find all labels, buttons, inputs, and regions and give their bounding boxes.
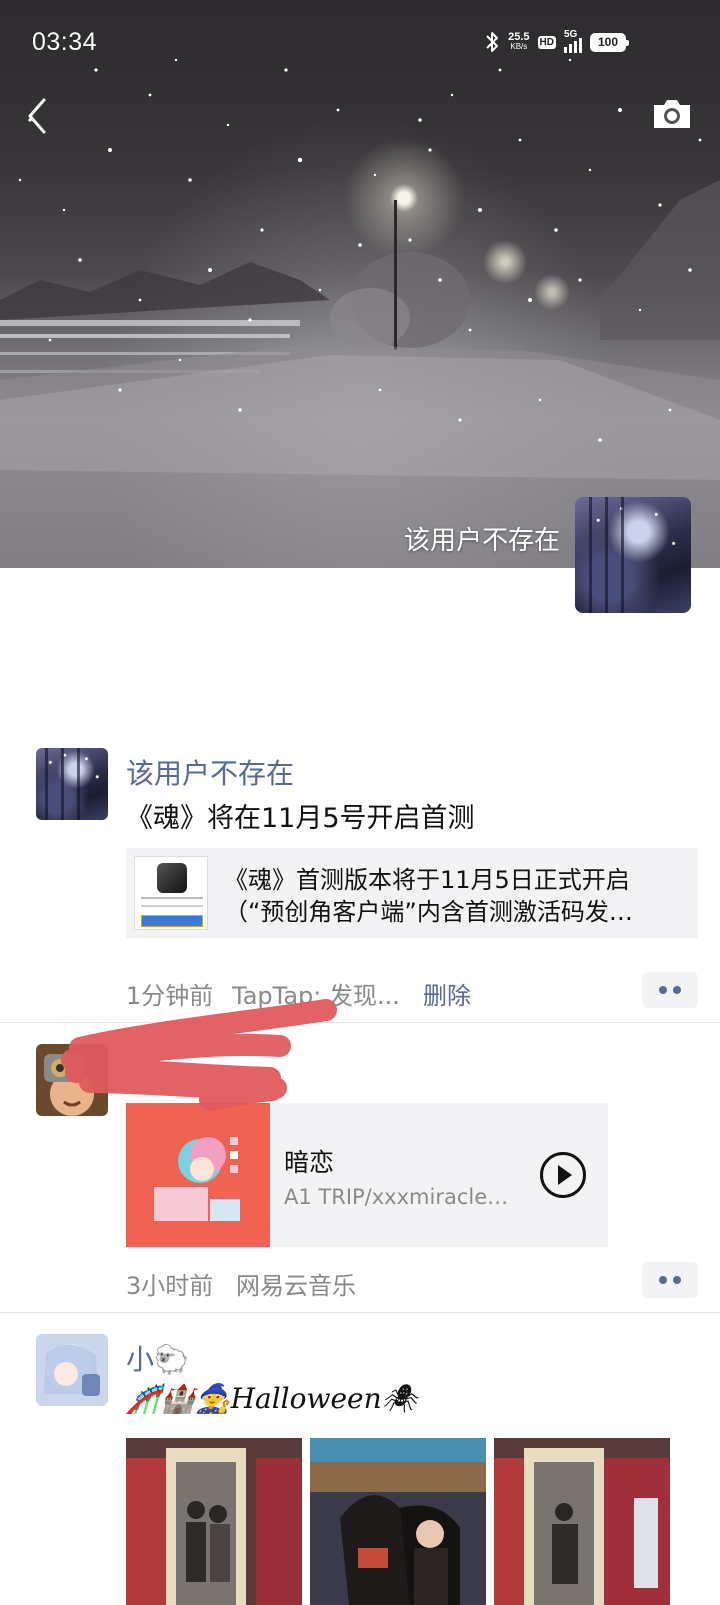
post-nickname[interactable]: 小🐑 — [126, 1338, 189, 1378]
dot-icon — [673, 986, 681, 994]
network-speed-value: 25.5 — [508, 31, 530, 43]
bluetooth-icon — [486, 32, 499, 52]
music-cover-image — [126, 1103, 270, 1247]
anime-girl-avatar-image — [36, 1334, 108, 1406]
dot-icon — [659, 1276, 667, 1284]
divider — [0, 1312, 720, 1313]
post-emojis: 🎢🏰🧙 — [126, 1382, 231, 1415]
post-avatar[interactable] — [36, 1044, 108, 1116]
post-text-halloween: Halloween — [230, 1382, 382, 1415]
network-speed-unit: KB/s — [510, 42, 528, 51]
profile-avatar[interactable] — [575, 497, 691, 613]
anime-avatar-image — [575, 497, 691, 613]
more-button[interactable] — [642, 1262, 698, 1298]
link-thumbnail — [134, 856, 208, 930]
camera-icon — [654, 100, 690, 128]
post-photo[interactable] — [126, 1438, 302, 1605]
link-title-line-2: （“预创角客户端”内含首测激活码发… — [224, 898, 633, 926]
music-artist: A1 TRIP/xxxmiracle/… — [284, 1185, 514, 1209]
network-type: 5G — [564, 29, 578, 40]
delete-button[interactable]: 删除 — [423, 976, 471, 1011]
battery-icon: 100 — [590, 32, 629, 52]
status-time: 03:34 — [32, 28, 98, 56]
album-art-image — [154, 1137, 240, 1221]
post-time: 1分钟前 — [126, 982, 214, 1010]
post-photo[interactable] — [494, 1438, 670, 1605]
anime-avatar-image — [36, 748, 108, 820]
horse-photo — [310, 1438, 486, 1605]
more-button[interactable] — [642, 972, 698, 1008]
post-text: 《魂》将在11月5号开启首测 — [126, 803, 475, 834]
signal-icon: 5G — [564, 29, 582, 53]
post-source[interactable]: TapTap: 发现... — [232, 976, 400, 1011]
post-photo[interactable] — [310, 1438, 486, 1605]
spider-icon: 🕷 — [381, 1382, 418, 1415]
cartoon-avatar-image — [36, 1044, 108, 1116]
post-avatar[interactable] — [36, 1334, 108, 1406]
post-time: 3小时前 — [126, 1272, 214, 1300]
hd-badge: HD — [537, 35, 556, 49]
divider — [0, 1022, 720, 1023]
post-avatar[interactable] — [36, 748, 108, 820]
status-icons: 25.5 KB/s HD 5G 100 — [484, 28, 629, 56]
game-logo-icon — [157, 863, 187, 893]
status-bar: 03:34 25.5 KB/s HD 5G 100 — [0, 0, 720, 84]
post-source[interactable]: 网易云音乐 — [236, 1266, 356, 1301]
post-nickname[interactable]: 该用户不存在 — [126, 752, 294, 792]
music-title: 暗恋 — [284, 1148, 335, 1177]
costume-shop-photo — [126, 1438, 302, 1605]
snow-scene-image — [0, 58, 720, 568]
profile-name: 该用户不存在 — [403, 526, 560, 556]
back-button[interactable] — [18, 92, 58, 140]
cover-photo[interactable] — [0, 0, 720, 568]
link-card[interactable]: 《魂》首测版本将于11月5日正式开启 （“预创角客户端”内含首测激活码发… — [126, 848, 698, 938]
play-button[interactable] — [540, 1152, 586, 1198]
post-text: 🎢🏰🧙Halloween🕷 — [126, 1382, 417, 1415]
costume-shop-photo — [494, 1438, 670, 1605]
chevron-left-icon — [28, 98, 46, 134]
network-speed: 25.5 KB/s — [508, 32, 529, 52]
dot-icon — [673, 1276, 681, 1284]
music-card[interactable]: 暗恋 A1 TRIP/xxxmiracle/… — [126, 1103, 608, 1247]
dot-icon — [659, 986, 667, 994]
camera-button[interactable] — [652, 96, 692, 132]
link-title-line-1: 《魂》首测版本将于11月5日正式开启 — [224, 866, 630, 894]
